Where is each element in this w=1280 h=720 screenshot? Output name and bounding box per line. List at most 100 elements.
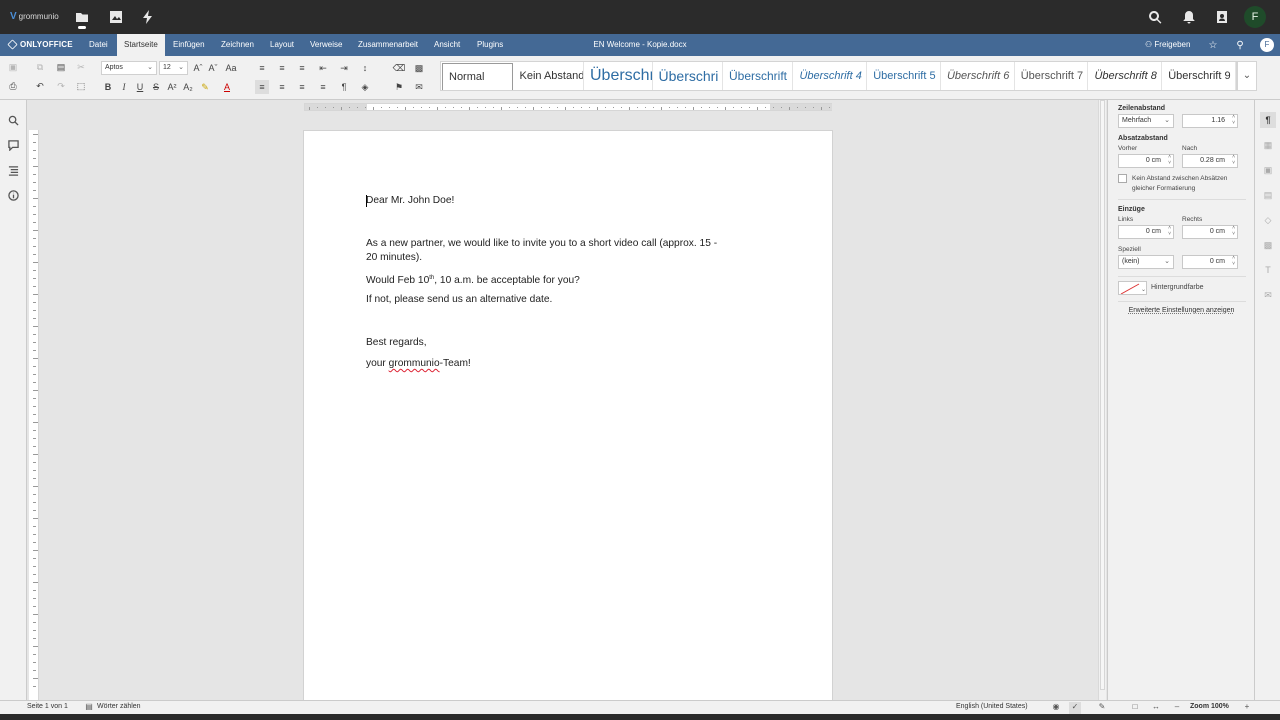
search-document-icon[interactable]: ⚲ (1233, 38, 1247, 52)
style-heading-9[interactable]: Überschrift 9 (1162, 62, 1236, 90)
misspelled-word[interactable]: grommunio (389, 358, 440, 369)
table-settings-icon[interactable]: ▦ (1260, 137, 1276, 153)
font-size-select[interactable]: 12 ⌄ (159, 61, 188, 75)
strikethrough-icon[interactable]: S (149, 80, 163, 94)
redo-icon[interactable]: ↷ (54, 79, 68, 93)
contacts-icon[interactable] (1213, 8, 1231, 26)
style-heading-5[interactable]: Überschrift 5 (867, 62, 941, 90)
vertical-ruler[interactable] (29, 130, 39, 700)
style-no-spacing[interactable]: Kein Abstand (514, 62, 584, 90)
text-art-icon[interactable]: T (1260, 262, 1276, 278)
greeting-line[interactable]: Dear Mr. John Doe! (366, 194, 454, 207)
special-indent-amount-input[interactable]: 0 cm ˄ ˅ (1182, 255, 1238, 269)
tab-datei[interactable]: Datei (82, 34, 115, 56)
cut-icon[interactable]: ✂ (74, 60, 88, 74)
no-spacing-checkbox[interactable] (1118, 174, 1127, 183)
spellcheck-icon[interactable]: ✓ (1069, 702, 1081, 714)
superscript-icon[interactable]: A² (165, 80, 179, 94)
special-indent-select[interactable]: (kein) ⌄ (1118, 255, 1174, 269)
bolt-icon[interactable] (139, 8, 157, 26)
decrease-font-icon[interactable]: Aˇ (206, 61, 220, 75)
increase-font-icon[interactable]: Aˆ (191, 61, 205, 75)
shape-settings-icon[interactable]: ◇ (1260, 212, 1276, 228)
align-center-icon[interactable]: ≡ (275, 80, 289, 94)
decrease-indent-icon[interactable]: ⇤ (316, 61, 330, 75)
mail-merge-icon[interactable]: ✉ (412, 80, 426, 94)
spacing-before-input[interactable]: 0 cm ˄ ˅ (1118, 154, 1174, 168)
line-spacing-icon[interactable]: ↕ (358, 61, 372, 75)
style-heading-6[interactable]: Überschrift 6 (941, 62, 1015, 90)
clear-formatting-icon[interactable]: ⌫ (392, 61, 406, 75)
share-button[interactable]: ⚇ Freigeben (1145, 40, 1190, 49)
style-normal[interactable]: Normal (442, 63, 513, 90)
style-heading-1[interactable]: Überschr (584, 62, 653, 90)
header-footer-icon[interactable]: ▤ (1260, 187, 1276, 203)
user-avatar[interactable]: F (1244, 6, 1266, 28)
paste-icon[interactable]: ▤ (54, 60, 68, 74)
format-painter-icon[interactable]: ⚑ (392, 80, 406, 94)
line-spacing-value-input[interactable]: 1.16 ˄ ˅ (1182, 114, 1238, 128)
bell-icon[interactable] (1180, 8, 1198, 26)
fit-width-icon[interactable]: ↔ (1150, 702, 1162, 714)
spacing-after-input[interactable]: 0.28 cm ˄ ˅ (1182, 154, 1238, 168)
word-count-button[interactable]: Wörter zählen (97, 703, 141, 710)
increase-indent-icon[interactable]: ⇥ (337, 61, 351, 75)
editor-user-avatar[interactable]: F (1260, 38, 1274, 52)
tab-ansicht[interactable]: Ansicht (427, 34, 467, 56)
chart-settings-icon[interactable]: ▩ (1260, 237, 1276, 253)
search-icon[interactable] (6, 113, 20, 127)
zoom-out-icon[interactable]: – (1171, 702, 1183, 714)
copy-style-icon[interactable]: ▩ (412, 61, 426, 75)
tab-einfuegen[interactable]: Einfügen (166, 34, 212, 56)
tab-verweise[interactable]: Verweise (303, 34, 349, 56)
grommunio-logo[interactable]: V grommunio (10, 11, 59, 22)
signature-line[interactable]: your grommunio-Team! (366, 357, 471, 370)
save-icon[interactable]: ▣ (6, 60, 20, 74)
closing-line[interactable]: Best regards, (366, 336, 427, 349)
style-heading-7[interactable]: Überschrift 7 (1015, 62, 1089, 90)
document-workspace[interactable]: Dear Mr. John Doe! As a new partner, we … (27, 100, 1107, 700)
image-icon[interactable] (107, 8, 125, 26)
style-heading-3[interactable]: Überschrift (723, 62, 794, 90)
vertical-scrollbar[interactable] (1098, 100, 1106, 700)
undo-icon[interactable]: ↶ (33, 79, 47, 93)
navigation-icon[interactable] (6, 163, 20, 177)
tab-startseite[interactable]: Startseite (117, 34, 165, 56)
underline-icon[interactable]: U (133, 80, 147, 94)
spinner-icon[interactable]: ˄ ˅ (1232, 255, 1235, 267)
mail-merge-settings-icon[interactable]: ✉ (1260, 287, 1276, 303)
tab-zusammenarbeit[interactable]: Zusammenarbeit (351, 34, 425, 56)
body-line-2[interactable]: 20 minutes). (366, 251, 422, 264)
paragraph-settings-icon[interactable]: ¶ (1260, 112, 1276, 128)
multilevel-list-icon[interactable]: ≡ (295, 61, 309, 75)
bullet-list-icon[interactable]: ≡ (255, 61, 269, 75)
paragraph-marks-icon[interactable]: ¶ (337, 80, 351, 94)
numbered-list-icon[interactable]: ≡ (275, 61, 289, 75)
tab-layout[interactable]: Layout (263, 34, 301, 56)
style-gallery-expand-button[interactable]: ⌄ (1237, 61, 1257, 91)
italic-icon[interactable]: I (117, 80, 131, 94)
tab-zeichnen[interactable]: Zeichnen (214, 34, 261, 56)
style-heading-4[interactable]: Überschrift 4 (793, 62, 868, 90)
spinner-icon[interactable]: ˄ ˅ (1232, 114, 1235, 126)
right-indent-input[interactable]: 0 cm ˄ ˅ (1182, 225, 1238, 239)
style-heading-8[interactable]: Überschrift 8 (1088, 62, 1163, 90)
spinner-icon[interactable]: ˄ ˅ (1232, 154, 1235, 166)
scrollbar-thumb[interactable] (1100, 100, 1105, 690)
background-color-picker[interactable]: ⌄ (1118, 281, 1147, 295)
body-line-3[interactable]: Would Feb 10th, 10 a.m. be acceptable fo… (366, 272, 580, 287)
spinner-icon[interactable]: ˄ ˅ (1168, 154, 1171, 166)
style-heading-2[interactable]: Überschri (653, 62, 723, 90)
document-page[interactable]: Dear Mr. John Doe! As a new partner, we … (303, 130, 833, 700)
print-icon[interactable]: ⎙ (6, 79, 20, 93)
globe-icon[interactable]: ◉ (1050, 702, 1062, 714)
copy-icon[interactable]: ⧉ (33, 60, 47, 74)
font-name-select[interactable]: Aptos ⌄ (101, 61, 157, 75)
zoom-in-icon[interactable]: + (1241, 702, 1253, 714)
left-indent-input[interactable]: 0 cm ˄ ˅ (1118, 225, 1174, 239)
zoom-level[interactable]: Zoom 100% (1190, 703, 1229, 710)
body-line-4[interactable]: If not, please send us an alternative da… (366, 293, 552, 306)
image-settings-icon[interactable]: ▣ (1260, 162, 1276, 178)
favorite-star-icon[interactable]: ☆ (1206, 38, 1220, 52)
highlight-color-icon[interactable]: ✎ (198, 80, 212, 94)
